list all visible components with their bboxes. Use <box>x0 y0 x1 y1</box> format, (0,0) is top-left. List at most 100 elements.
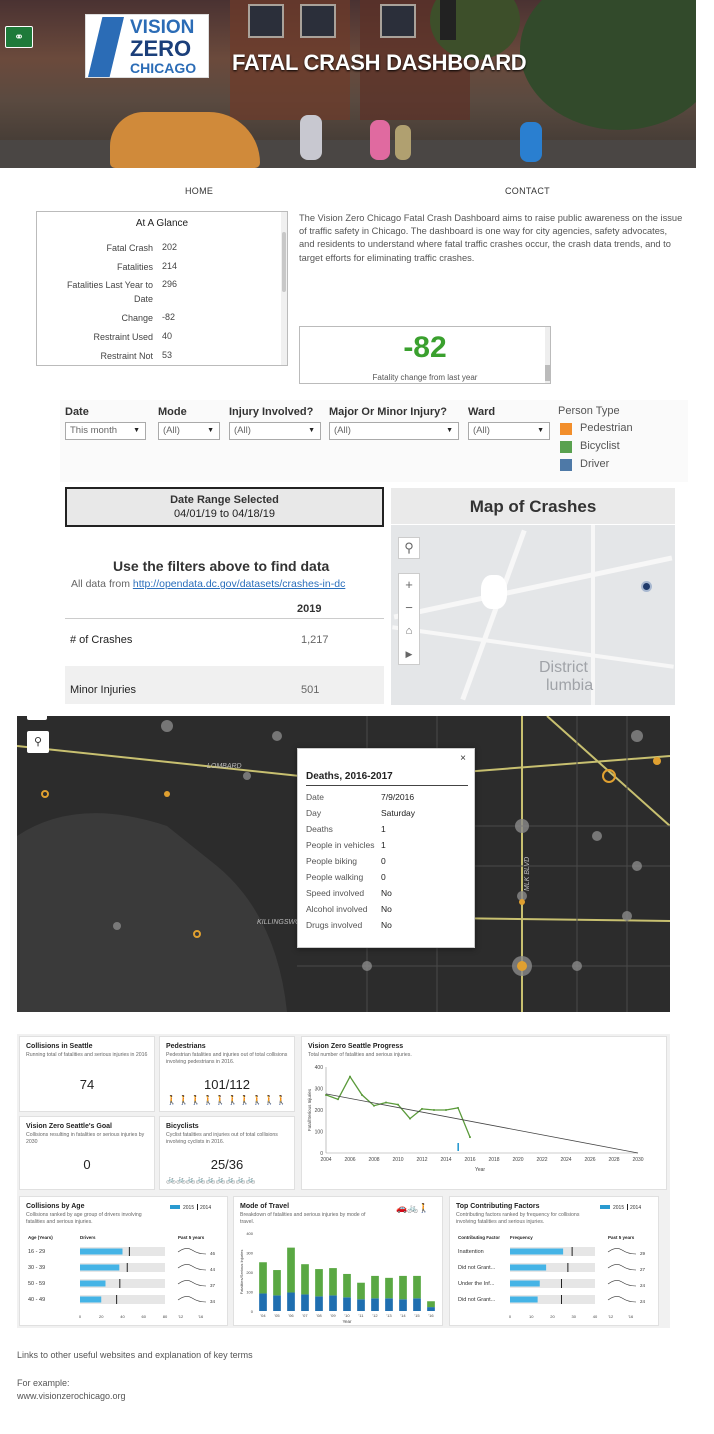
x-tick-label: '16 <box>428 1313 434 1318</box>
y-tick-label: 0 <box>251 1309 254 1314</box>
traffic-light-image <box>440 0 456 40</box>
filter-injury-label: Injury Involved? <box>229 406 314 418</box>
current-year-marker <box>457 1143 459 1151</box>
bar-segment <box>343 1273 351 1298</box>
data-point <box>445 1109 447 1111</box>
filter-ward-select[interactable]: (All) ▼ <box>468 422 550 440</box>
data-point <box>433 1109 435 1111</box>
vision-zero-logo[interactable]: VISION ZERO CHICAGO <box>85 14 209 78</box>
popup-row-value: No <box>381 920 392 930</box>
close-icon[interactable]: × <box>460 753 466 764</box>
tree-image <box>520 0 696 130</box>
table-row: Minor Injuries 501 <box>65 666 384 704</box>
card-value: 101/112 <box>203 1077 251 1092</box>
legend-label-2015: 2015 <box>613 1205 624 1211</box>
y-axis-label: Fatalities/Serious Injuries <box>239 1250 244 1295</box>
filter-mode-select[interactable]: (All) ▼ <box>158 422 220 440</box>
nav-contact-link[interactable]: CONTACT <box>505 186 550 196</box>
legend-swatch-pedestrian <box>560 423 572 435</box>
x-tick-label: '04 <box>260 1313 266 1318</box>
bar-segment <box>371 1298 379 1311</box>
y-tick-label: 200 <box>315 1108 324 1114</box>
bar-prior-marker <box>567 1263 569 1272</box>
bar-prior-marker <box>128 1247 130 1256</box>
cyclist-image <box>300 115 322 160</box>
play-icon[interactable]: ▶ <box>399 643 419 666</box>
filter-injury-select[interactable]: (All) ▼ <box>229 422 321 440</box>
date-range-title: Date Range Selected <box>170 494 279 506</box>
data-point <box>397 1103 399 1106</box>
crash-map[interactable]: District lumbia ⚲ + − ⌂ ▶ <box>391 525 675 705</box>
x-tick-label: 2024 <box>560 1157 571 1163</box>
x-tick-label: '06 <box>288 1313 294 1318</box>
change-scrollbar[interactable] <box>545 327 550 383</box>
data-source-link[interactable]: http://opendata.dc.gov/datasets/crashes-… <box>133 578 345 590</box>
bar-segment <box>343 1297 351 1311</box>
legend-swatch-2015 <box>170 1205 180 1209</box>
fatality-change-caption: Fatality change from last year <box>372 373 478 382</box>
glance-label: Change <box>121 313 153 323</box>
scrollbar-thumb[interactable] <box>282 232 286 292</box>
filter-mode-value: (All) <box>163 425 180 436</box>
filter-date-select[interactable]: This month ▼ <box>65 422 146 440</box>
popup-row-label: Drugs involved <box>306 920 363 930</box>
date-range-value: 04/01/19 to 04/18/19 <box>174 508 275 520</box>
card-title: Vision Zero Seattle's Goal <box>26 1123 112 1130</box>
x-tick-label: '09 <box>330 1313 336 1318</box>
y-tick-label: 400 <box>246 1231 253 1236</box>
legend-item-driver[interactable]: Driver <box>560 458 650 472</box>
crash-marker[interactable] <box>641 581 652 592</box>
bar-segment <box>301 1264 309 1295</box>
bar-segment <box>357 1282 365 1300</box>
popup-row-value: No <box>381 904 392 914</box>
sparkline <box>177 1264 207 1271</box>
map-search-icon[interactable]: ⚲ <box>398 537 420 559</box>
map-control-partial[interactable] <box>27 716 47 720</box>
x-tick-label: 2030 <box>632 1157 643 1163</box>
nav-home-link[interactable]: HOME <box>185 186 213 196</box>
bar-value <box>510 1264 547 1271</box>
popup-row: Alcohol involved No <box>306 904 466 914</box>
dark-map-search-icon[interactable]: ⚲ <box>27 731 49 753</box>
x-tick-label: 2018 <box>488 1157 499 1163</box>
map-park <box>481 575 507 609</box>
filter-date-label: Date <box>65 406 89 418</box>
x-tick-label: 2020 <box>512 1157 523 1163</box>
glance-row: Restraint Used 40 <box>75 331 172 345</box>
glance-row: Fatalities Last Year to Date 296 <box>55 279 177 307</box>
data-point <box>349 1075 351 1078</box>
progress-card: Vision Zero Seattle Progress Total numbe… <box>301 1036 667 1190</box>
x-tick-label: '10 <box>344 1313 350 1318</box>
street-image <box>0 140 696 168</box>
window-image <box>380 4 416 38</box>
filter-severity-select[interactable]: (All) ▼ <box>329 422 459 440</box>
table-divider <box>65 618 384 619</box>
glance-scrollbar[interactable] <box>281 212 287 365</box>
data-source-prefix: All data from <box>71 578 133 590</box>
person-image <box>395 125 411 160</box>
glance-value: 202 <box>162 242 178 252</box>
card-title: Pedestrians <box>166 1043 206 1050</box>
bar-prior-marker <box>126 1263 128 1272</box>
legend-swatch-2015 <box>600 1205 610 1209</box>
x-tick-label: 2028 <box>608 1157 619 1163</box>
row-label: 50 - 59 <box>28 1281 45 1287</box>
bar-prior-marker <box>119 1279 121 1288</box>
sparkline <box>607 1264 637 1271</box>
street-label-lombard: LOMBARD <box>207 763 242 770</box>
footer-url-link[interactable]: www.visionzerochicago.org <box>17 1391 126 1401</box>
zoom-out-icon[interactable]: − <box>399 597 419 620</box>
map-road <box>392 625 674 669</box>
zoom-in-icon[interactable]: + <box>399 574 419 597</box>
legend-item-pedestrian[interactable]: Pedestrian <box>560 422 650 436</box>
person-image <box>520 122 542 162</box>
spark-axis-label: '16 <box>198 1314 204 1319</box>
y-tick-label: 300 <box>315 1087 324 1093</box>
legend-item-bicyclist[interactable]: Bicyclist <box>560 440 650 454</box>
table-row: # of Crashes 1,217 <box>65 622 384 660</box>
legend-label: Bicyclist <box>580 440 620 452</box>
legend-swatch-bicyclist <box>560 441 572 453</box>
popup-row: People biking 0 <box>306 856 466 866</box>
data-heading: Use the filters above to find data <box>113 558 330 574</box>
home-icon[interactable]: ⌂ <box>399 620 419 643</box>
